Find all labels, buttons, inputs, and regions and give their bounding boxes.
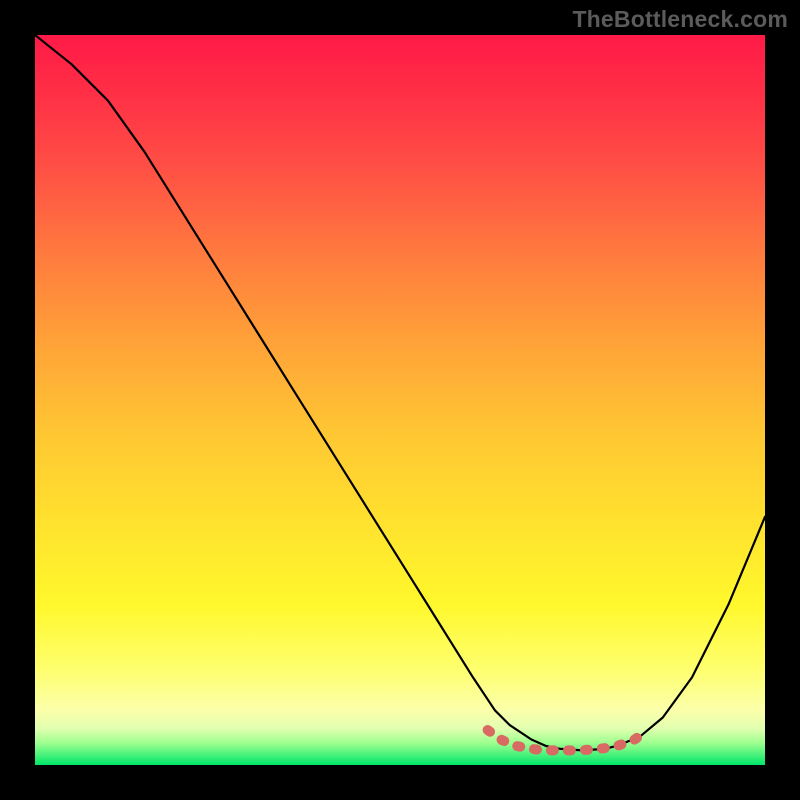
watermark-text: TheBottleneck.com bbox=[572, 6, 788, 33]
chart-frame: TheBottleneck.com bbox=[0, 0, 800, 800]
curve-layer bbox=[35, 35, 765, 765]
bottleneck-curve bbox=[35, 35, 765, 750]
bottom-red-band bbox=[488, 730, 649, 750]
plot-area bbox=[35, 35, 765, 765]
